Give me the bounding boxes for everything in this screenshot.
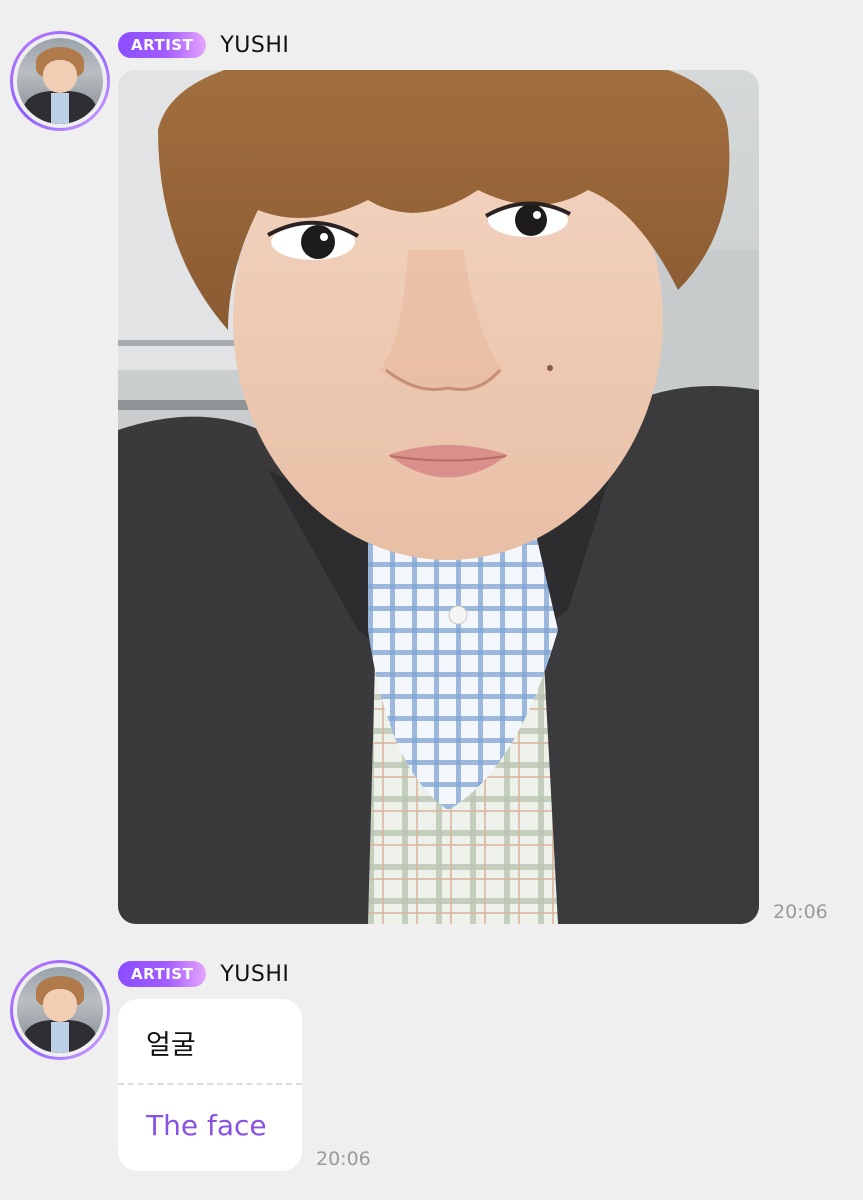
selfie-photo <box>118 70 759 924</box>
message-translated-text: The face <box>146 1109 267 1142</box>
avatar-shirt-shape <box>51 93 69 124</box>
sender-name: YUSHI <box>220 32 290 58</box>
avatar-frame <box>13 34 107 128</box>
chat-message-photo: ARTIST YUSHI 20:06 <box>0 0 863 940</box>
artist-badge: ARTIST <box>118 32 207 58</box>
sender-name: YUSHI <box>220 961 290 987</box>
avatar-face-shape <box>42 989 78 1023</box>
photo-message-image[interactable] <box>118 70 759 924</box>
message-header: ARTIST YUSHI <box>118 30 289 60</box>
text-message-bubble[interactable]: 얼굴 The face <box>118 999 302 1171</box>
avatar-face-shape <box>42 60 78 94</box>
artist-avatar[interactable] <box>10 960 110 1060</box>
message-original-text: 얼굴 <box>146 1030 196 1061</box>
artist-avatar[interactable] <box>10 31 110 131</box>
avatar-shirt-shape <box>51 1022 69 1053</box>
message-header: ARTIST YUSHI <box>118 959 289 989</box>
avatar-photo <box>17 967 103 1053</box>
avatar-frame <box>13 963 107 1057</box>
artist-badge: ARTIST <box>118 961 207 987</box>
translation-divider <box>118 1083 302 1085</box>
avatar-photo <box>17 38 103 124</box>
message-time: 20:06 <box>316 1148 371 1170</box>
message-time: 20:06 <box>773 901 828 923</box>
